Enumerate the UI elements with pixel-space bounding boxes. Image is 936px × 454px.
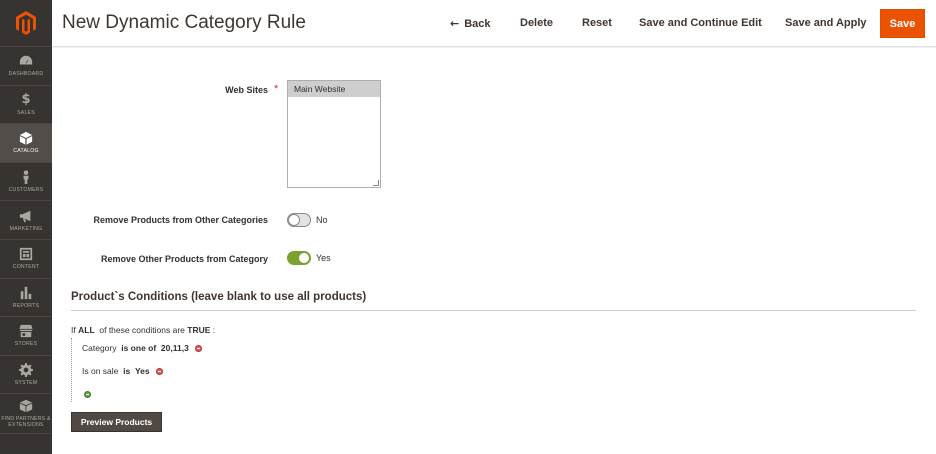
save-button[interactable]: Save	[880, 9, 925, 38]
remove-other-categories-toggle[interactable]	[287, 213, 311, 227]
nav-sales-label: SALES	[17, 109, 35, 116]
remove-other-categories-label: Remove Products from Other Categories	[93, 215, 268, 225]
page-header: New Dynamic Category Rule ← Back Delete R…	[52, 0, 936, 47]
required-marker: *	[274, 83, 279, 95]
nav-marketing-label: MARKETING	[9, 225, 43, 232]
value-select[interactable]: TRUE	[187, 325, 210, 335]
delete-button[interactable]: Delete	[520, 9, 553, 38]
preview-products-button[interactable]: Preview Products	[71, 412, 162, 432]
toggle-knob	[288, 214, 300, 226]
nav-content-label: CONTENT	[12, 264, 40, 271]
gear-icon	[19, 363, 33, 378]
remove-other-products-value: Yes	[316, 253, 331, 263]
save-and-apply-button[interactable]: Save and Apply	[785, 9, 867, 38]
content-icon	[19, 248, 33, 261]
condition-row: Is on sale is Yes	[82, 366, 163, 376]
condition-row: Category is one of 20,11,3	[82, 343, 203, 353]
nav-stores-label: STORES	[14, 341, 38, 348]
nav-system-label: SYSTEM	[14, 380, 38, 387]
store-icon	[19, 325, 33, 338]
condition-attribute: Category	[82, 343, 117, 353]
page-title: New Dynamic Category Rule	[62, 12, 306, 33]
nav-customers[interactable]: CUSTOMERS	[0, 163, 52, 202]
conditions-header: If ALL of these conditions are TRUE :	[71, 325, 215, 335]
cube-icon	[19, 132, 33, 146]
reset-button[interactable]: Reset	[582, 9, 612, 38]
nav-reports-label: REPORTS	[12, 302, 40, 309]
condition-value[interactable]: 20,11,3	[161, 343, 189, 353]
nav-marketing[interactable]: MARKETING	[0, 201, 52, 240]
condition-operator[interactable]: is	[123, 366, 130, 376]
arrow-left-icon: ←	[450, 17, 460, 30]
aggregator-select[interactable]: ALL	[78, 325, 95, 335]
bar-chart-icon	[20, 286, 32, 299]
conditions-middle-text: of these conditions are	[99, 325, 185, 335]
add-condition-icon[interactable]	[84, 391, 91, 398]
web-sites-label: Web Sites	[225, 85, 268, 95]
conditions-if-text: If	[71, 325, 76, 335]
box-icon	[19, 400, 33, 413]
remove-other-products-label: Remove Other Products from Category	[100, 254, 268, 264]
save-and-continue-button[interactable]: Save and Continue Edit	[639, 9, 762, 38]
person-icon	[23, 170, 29, 185]
condition-operator[interactable]: is one of	[121, 343, 156, 353]
back-button[interactable]: ← Back	[450, 9, 491, 38]
nav-reports[interactable]: REPORTS	[0, 279, 52, 318]
nav-customers-label: CUSTOMERS	[8, 187, 44, 194]
web-sites-multiselect[interactable]: Main Website	[287, 80, 381, 188]
condition-value[interactable]: Yes	[135, 366, 150, 376]
nav-find-partners[interactable]: FIND PARTNERS & EXTENSIONS	[0, 394, 52, 435]
conditions-end-text: :	[212, 325, 216, 335]
web-sites-option[interactable]: Main Website	[288, 81, 380, 97]
condition-attribute: Is on sale	[82, 366, 119, 376]
back-button-label: Back	[464, 18, 491, 30]
nav-system[interactable]: SYSTEM	[0, 356, 52, 395]
conditions-tree	[71, 338, 72, 402]
dashboard-icon	[19, 56, 33, 65]
nav-dashboard[interactable]: DASHBOARD	[0, 47, 52, 86]
remove-condition-icon[interactable]	[155, 368, 163, 376]
toggle-knob	[298, 252, 310, 264]
magento-logo-icon	[16, 11, 36, 35]
remove-other-categories-value: No	[316, 215, 328, 225]
resize-handle[interactable]	[373, 180, 379, 186]
nav-sales[interactable]: $ SALES	[0, 86, 52, 125]
magento-logo[interactable]	[0, 0, 52, 47]
remove-other-products-toggle[interactable]	[287, 251, 311, 265]
dollar-icon: $	[21, 91, 31, 107]
section-divider	[71, 310, 916, 311]
remove-condition-icon[interactable]	[195, 345, 203, 353]
nav-content[interactable]: CONTENT	[0, 240, 52, 279]
nav-catalog[interactable]: CATALOG	[0, 124, 52, 163]
form-content: Web Sites * Main Website Remove Products…	[52, 48, 936, 454]
nav-find-partners-label: FIND PARTNERS & EXTENSIONS	[1, 416, 51, 429]
conditions-section-title: Product`s Conditions (leave blank to use…	[71, 291, 367, 303]
admin-sidebar: DASHBOARD $ SALES CATALOG CUSTOMERS MARK…	[0, 0, 52, 454]
nav-stores[interactable]: STORES	[0, 317, 52, 356]
nav-catalog-label: CATALOG	[13, 148, 39, 155]
nav-dashboard-label: DASHBOARD	[8, 71, 44, 78]
megaphone-icon	[19, 210, 31, 222]
